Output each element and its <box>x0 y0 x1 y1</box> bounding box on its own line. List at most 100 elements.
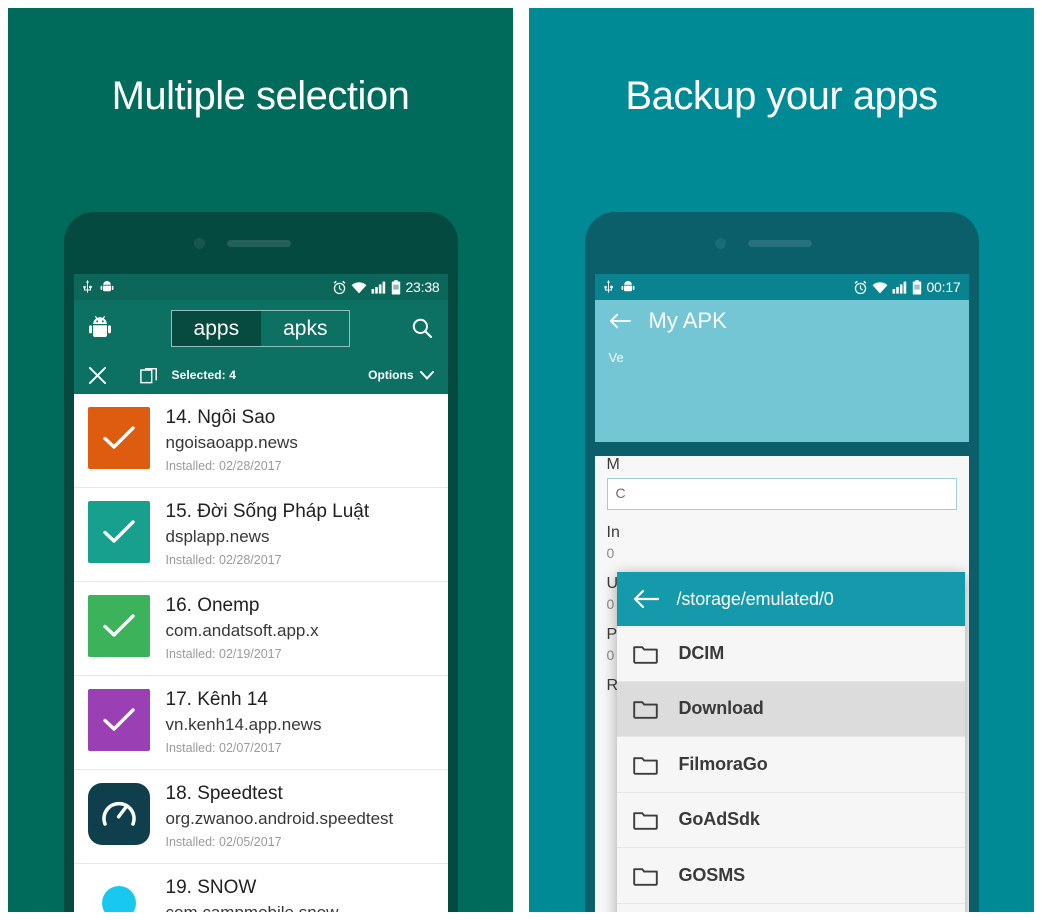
arrow-back-icon[interactable] <box>609 312 631 330</box>
list-item[interactable]: 15. Đời Sống Pháp Luật dsplapp.news Inst… <box>73 488 448 582</box>
form-field-label: M <box>606 456 620 473</box>
app-package: com.andatsoft.app.x <box>165 620 319 640</box>
left-phone-screen: 23:38 apps apks Selected: 4 Options 14. … <box>73 274 448 912</box>
options-menu-button[interactable]: Options <box>368 368 434 382</box>
arrow-back-icon[interactable] <box>633 589 659 609</box>
chevron-down-icon <box>419 370 434 380</box>
android-robot-icon[interactable] <box>88 315 112 341</box>
list-item[interactable]: DCIM <box>616 626 965 682</box>
selected-count-label: Selected: 4 <box>171 368 236 382</box>
alarm-icon <box>855 280 867 294</box>
form-field-value: 0 <box>606 545 615 561</box>
folder-icon <box>632 812 658 830</box>
close-x-icon[interactable] <box>88 366 107 385</box>
snow-ghost-glyph <box>101 886 136 912</box>
left-promo-panel: Multiple selection 23:38 apps apks Selec… <box>0 0 521 920</box>
list-item[interactable]: LGBackup <box>616 903 965 912</box>
entry-label: FilmoraGo <box>678 753 768 774</box>
entry-label: GOSMS <box>678 864 746 885</box>
list-item[interactable]: 17. Kênh 14 vn.kenh14.app.news Installed… <box>73 676 448 770</box>
entry-label: Download <box>678 698 764 719</box>
tab-apps[interactable]: apps <box>171 310 262 346</box>
app-name: 19. SNOW <box>165 877 257 898</box>
app-installed-date: Installed: 02/28/2017 <box>165 458 282 473</box>
right-status-time: 00:17 <box>926 279 961 295</box>
app-installed-date: Installed: 02/28/2017 <box>165 552 282 567</box>
search-icon[interactable] <box>410 316 434 340</box>
selection-context-bar: Selected: 4 Options <box>73 356 448 394</box>
select-all-copy-icon[interactable] <box>139 366 158 384</box>
app-name: 15. Đời Sống Pháp Luật <box>165 501 370 522</box>
file-picker-list[interactable]: DCIM Download FilmoraGo GoAdSdk GOSMS <box>616 626 965 912</box>
list-item[interactable]: 16. Onemp com.andatsoft.app.x Installed:… <box>73 582 448 676</box>
list-item[interactable]: 14. Ngôi Sao ngoisaoapp.news Installed: … <box>73 394 448 488</box>
earpiece-speaker <box>226 240 291 247</box>
right-phone-screen: 00:17 My APK Ve M C In 0 U 0 P 0 R /stor… <box>594 274 969 912</box>
apps-apks-toggle-group[interactable]: apps apks <box>170 309 351 347</box>
earpiece-speaker <box>747 240 812 247</box>
app-installed-date: Installed: 02/19/2017 <box>165 646 282 661</box>
left-panel-background: Multiple selection 23:38 apps apks Selec… <box>8 8 513 912</box>
checkmark-icon <box>102 614 135 637</box>
app-checkbox-icon[interactable] <box>87 689 150 751</box>
snow-ghost-icon[interactable] <box>88 877 150 912</box>
android-debug-icon <box>621 281 634 292</box>
battery-icon <box>392 279 401 294</box>
list-item[interactable]: 19. SNOW com.campmobile.snow <box>74 864 448 912</box>
checkmark-icon <box>102 708 135 731</box>
left-status-time: 23:38 <box>405 279 440 295</box>
file-picker-header: /storage/emulated/0 <box>616 572 965 626</box>
entry-label: GoAdSdk <box>678 809 760 830</box>
speedtest-gauge-icon[interactable] <box>87 783 150 845</box>
app-list[interactable]: 14. Ngôi Sao ngoisaoapp.news Installed: … <box>73 394 448 912</box>
checkmark-icon <box>102 520 135 543</box>
app-installed-date: Installed: 02/07/2017 <box>165 740 282 755</box>
list-item[interactable]: GOSMS <box>616 848 965 904</box>
app-name: 17. Kênh 14 <box>165 689 268 710</box>
right-phone-mockup: 00:17 My APK Ve M C In 0 U 0 P 0 R /stor… <box>584 212 979 912</box>
app-package: vn.kenh14.app.news <box>165 714 322 734</box>
phone-bezel-top <box>585 212 979 274</box>
usb-icon <box>82 279 92 293</box>
wifi-icon <box>352 281 367 293</box>
app-package: com.campmobile.snow <box>166 901 339 912</box>
right-promo-panel: Backup your apps 00:17 My APK Ve M C In … <box>521 0 1042 920</box>
app-installed-date: Installed: 02/05/2017 <box>165 834 282 849</box>
tab-apks[interactable]: apks <box>261 311 349 346</box>
entry-label: DCIM <box>678 642 725 663</box>
screenshot-root: Multiple selection 23:38 apps apks Selec… <box>0 0 1042 920</box>
left-promo-title: Multiple selection <box>111 74 410 118</box>
left-status-bar: 23:38 <box>73 274 448 300</box>
right-panel-background: Backup your apps 00:17 My APK Ve M C In … <box>529 8 1034 912</box>
front-camera-icon <box>193 238 205 249</box>
speedtest-gauge-glyph <box>101 801 136 826</box>
app-checkbox-icon[interactable] <box>87 595 150 657</box>
list-item[interactable]: FilmoraGo <box>616 737 965 793</box>
android-debug-icon <box>100 281 113 292</box>
app-checkbox-icon[interactable] <box>87 501 150 563</box>
right-app-bar: My APK <box>594 300 969 342</box>
list-item[interactable]: Download <box>616 681 965 737</box>
form-field: In 0 <box>607 524 957 561</box>
phone-bezel-top <box>64 212 458 274</box>
form-field: M C <box>606 456 957 510</box>
current-path-label: /storage/emulated/0 <box>676 588 834 609</box>
battery-icon <box>913 279 922 294</box>
alarm-icon <box>334 280 346 294</box>
left-app-bar: apps apks <box>73 300 448 356</box>
list-item[interactable]: GoAdSdk <box>616 792 965 848</box>
right-version-strip: Ve <box>594 342 969 442</box>
app-package: org.zwanoo.android.speedtest <box>165 808 394 828</box>
right-promo-title: Backup your apps <box>625 74 938 118</box>
folder-icon <box>632 701 658 719</box>
folder-icon <box>632 757 658 775</box>
form-field-input[interactable]: C <box>606 478 957 510</box>
app-checkbox-icon[interactable] <box>87 407 150 469</box>
options-label: Options <box>368 368 414 382</box>
list-item[interactable]: 18. Speedtest org.zwanoo.android.speedte… <box>73 770 448 864</box>
folder-icon <box>632 646 658 664</box>
folder-icon <box>632 868 658 886</box>
front-camera-icon <box>714 238 726 249</box>
app-name: 18. Speedtest <box>165 783 283 804</box>
checkmark-icon <box>102 426 135 449</box>
